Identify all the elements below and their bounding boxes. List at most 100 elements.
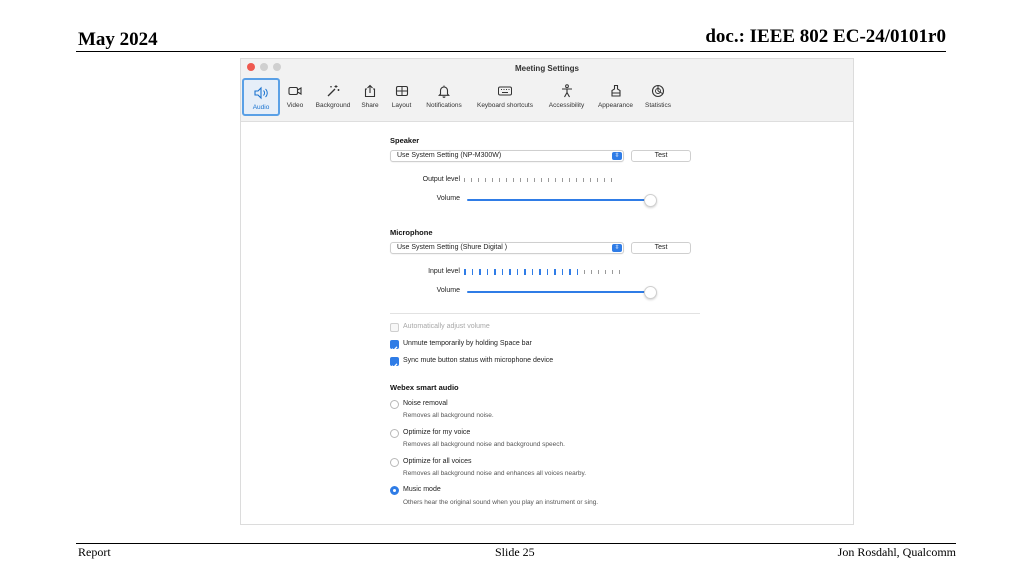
speaker-device-select[interactable]: Use System Setting (NP-M300W) ⇳ [390, 150, 624, 162]
meter-tick [562, 178, 563, 182]
meter-tick [531, 269, 533, 275]
meter-tick [486, 269, 488, 275]
meter-tick [546, 269, 548, 275]
checkmark-icon [391, 363, 398, 369]
footer-author: Jon Rosdahl, Qualcomm [837, 545, 956, 559]
microphone-test-button[interactable]: Test [631, 242, 691, 254]
window-title: Meeting Settings [514, 64, 579, 73]
microphone-volume-knob[interactable] [644, 286, 657, 299]
optimize-all-voices-description: Removes all background noise and enhance… [403, 470, 587, 477]
optimize-my-voice-label: Optimize for my voice [403, 429, 471, 436]
meter-tick [583, 178, 584, 182]
sync-mute-checkbox[interactable] [390, 357, 399, 369]
microphone-volume-slider[interactable] [467, 286, 657, 299]
tab-share[interactable]: Share [356, 78, 384, 116]
meter-tick [612, 270, 613, 274]
meter-tick [576, 269, 578, 275]
microphone-heading: Microphone [390, 228, 433, 237]
meter-tick [619, 270, 620, 274]
noise-removal-radio[interactable] [390, 400, 399, 409]
speaker-test-button[interactable]: Test [631, 150, 691, 162]
microphone-volume-label: Volume [436, 287, 460, 294]
music-mode-label: Music mode [403, 486, 441, 493]
speaker-volume-label: Volume [436, 195, 460, 202]
output-level-meter [464, 176, 612, 184]
tab-keyboard-shortcuts[interactable]: Keyboard shortcuts [469, 78, 541, 116]
share-icon [364, 84, 376, 98]
meter-tick [611, 178, 612, 182]
tab-notifications[interactable]: Notifications [419, 78, 469, 116]
input-level-meter [464, 268, 620, 276]
tab-layout-label: Layout [391, 102, 412, 109]
footer-report: Report [78, 545, 111, 559]
music-mode-radio[interactable] [390, 486, 399, 495]
meeting-settings-window: Meeting Settings Audio Video Background … [240, 58, 854, 525]
meter-tick [506, 178, 507, 182]
meter-tick [479, 269, 481, 275]
optimize-my-voice-radio[interactable] [390, 429, 399, 438]
meter-tick [584, 270, 585, 274]
speaker-volume-slider[interactable] [467, 194, 657, 207]
tab-appearance[interactable]: Appearance [592, 78, 639, 116]
music-mode-description: Others hear the original sound when you … [403, 499, 599, 506]
checkmark-icon [391, 346, 398, 352]
tab-accessibility[interactable]: Accessibility [541, 78, 592, 116]
meter-tick [501, 269, 503, 275]
tab-statistics[interactable]: Statistics [639, 78, 677, 116]
meter-tick [534, 178, 535, 182]
statistics-icon [651, 84, 665, 98]
meter-tick [494, 269, 496, 275]
tab-appearance-label: Appearance [597, 102, 634, 109]
meter-tick [478, 178, 479, 182]
accessibility-icon [561, 84, 572, 98]
tab-background[interactable]: Background [310, 78, 356, 116]
microphone-device-value: Use System Setting (Shure Digital ) [397, 244, 508, 251]
camera-icon [288, 86, 302, 96]
meter-tick [524, 269, 526, 275]
tab-statistics-label: Statistics [644, 102, 671, 109]
meter-tick [541, 178, 542, 182]
meter-tick [464, 269, 466, 275]
meter-tick [492, 178, 493, 182]
unmute-space-bar-checkbox[interactable] [390, 340, 399, 352]
optimize-my-voice-description: Removes all background noise and backgro… [403, 441, 565, 448]
optimize-all-voices-radio[interactable] [390, 458, 399, 467]
optimize-all-voices-label: Optimize for all voices [403, 458, 472, 465]
meter-tick [597, 178, 598, 182]
tab-layout[interactable]: Layout [384, 78, 419, 116]
output-level-label: Output level [422, 176, 460, 183]
meter-tick [605, 270, 606, 274]
meter-tick [520, 178, 521, 182]
speaker-device-value: Use System Setting (NP-M300W) [397, 152, 502, 159]
keyboard-icon [498, 86, 512, 96]
meter-tick [471, 178, 472, 182]
auto-adjust-volume-label: Automatically adjust volume [403, 323, 490, 330]
tab-audio[interactable]: Audio [242, 78, 280, 116]
meter-tick [554, 269, 556, 275]
microphone-device-select[interactable]: Use System Setting (Shure Digital ) ⇳ [390, 242, 624, 254]
footer-rule [76, 543, 956, 544]
unmute-space-bar-label: Unmute temporarily by holding Space bar [403, 340, 532, 347]
meter-tick [561, 269, 563, 275]
tab-share-label: Share [361, 102, 379, 109]
tab-audio-label: Audio [252, 104, 270, 111]
meter-tick [569, 178, 570, 182]
window-titlebar: Meeting Settings Audio Video Background … [241, 59, 853, 122]
meter-tick [576, 178, 577, 182]
meter-tick [569, 269, 571, 275]
auto-adjust-volume-checkbox[interactable] [390, 323, 399, 332]
tab-notifications-label: Notifications [426, 102, 462, 109]
meter-tick [539, 269, 541, 275]
appearance-icon [610, 84, 621, 97]
speaker-volume-knob[interactable] [644, 194, 657, 207]
meter-tick [590, 178, 591, 182]
bell-icon [438, 85, 450, 98]
meter-tick [513, 178, 514, 182]
tab-video[interactable]: Video [280, 78, 310, 116]
noise-removal-description: Removes all background noise. [403, 412, 494, 419]
meter-tick [499, 178, 500, 182]
meter-tick [548, 178, 549, 182]
meter-tick [516, 269, 518, 275]
meter-tick [527, 178, 528, 182]
noise-removal-label: Noise removal [403, 400, 448, 407]
